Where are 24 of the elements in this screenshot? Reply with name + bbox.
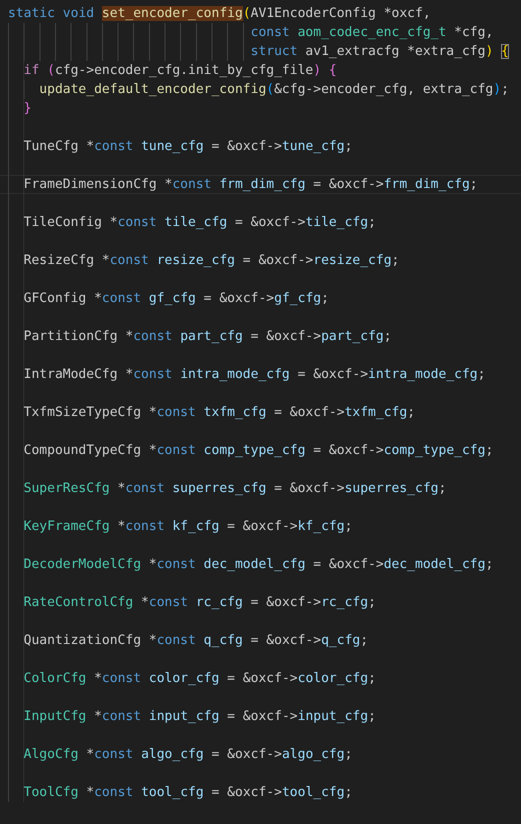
code-line: ToolCfg *const tool_cfg = &oxcf->tool_cfg; [24,784,352,801]
code-line: GFConfig *const gf_cfg = &oxcf->gf_cfg; [24,290,329,307]
code-line: } [24,100,32,117]
code-line: IntraModeCfg *const intra_mode_cfg = &oxcf->intra_mode_cfg; [24,366,486,383]
code-line: CompoundTypeCfg *const comp_type_cfg = &oxcf->comp_type_cfg; [24,442,494,459]
code-line: PartitionCfg *const part_cfg = &oxcf->part_cfg; [24,328,392,345]
code-line: RateControlCfg *const rc_cfg = &oxcf->rc_cfg; [24,594,376,611]
code-line: InputCfg *const input_cfg = &oxcf->input_cfg; [24,708,376,725]
code-line: QuantizationCfg *const q_cfg = &oxcf->q_cfg; [24,632,368,649]
code-line: ColorCfg *const color_cfg = &oxcf->color_cfg; [24,670,376,687]
code-line: if (cfg->encoder_cfg.init_by_cfg_file) { [24,62,337,79]
code-line: ResizeCfg *const resize_cfg = &oxcf->resize_cfg; [24,252,400,269]
code-line: static void set_encoder_config(AV1EncoderConfig *oxcf, [8,5,431,22]
code-line: const aom_codec_enc_cfg_t *cfg, [250,24,494,41]
code-line: struct av1_extracfg *extra_cfg) { [250,43,509,60]
code-line: AlgoCfg *const algo_cfg = &oxcf->algo_cfg; [24,746,352,763]
code-line: TileConfig *const tile_cfg = &oxcf->tile_cfg; [24,214,376,231]
code-line: DecoderModelCfg *const dec_model_cfg = &oxcf->dec_model_cfg; [24,556,494,573]
code-line: FrameDimensionCfg *const frm_dim_cfg = &oxcf->frm_dim_cfg; [24,176,478,193]
code-line: TuneCfg *const tune_cfg = &oxcf->tune_cfg; [24,138,352,155]
code-line: KeyFrameCfg *const kf_cfg = &oxcf->kf_cfg; [24,518,352,535]
code-line: TxfmSizeTypeCfg *const txfm_cfg = &oxcf->txfm_cfg; [24,404,416,421]
code-line: SuperResCfg *const superres_cfg = &oxcf->superres_cfg; [24,480,446,497]
code-line: update_default_encoder_config(&cfg->encoder_cfg, extra_cfg); [39,81,509,98]
